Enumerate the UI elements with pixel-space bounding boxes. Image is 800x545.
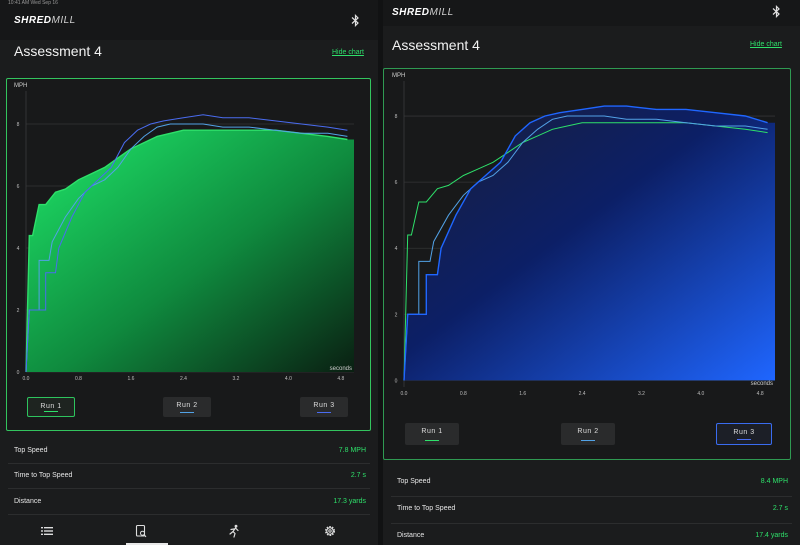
run-3-label: Run 3	[733, 429, 755, 436]
stat-value: 2.7 s	[772, 505, 788, 512]
left-panel: 10:41 AM Wed Sep 16 SHREDMILL Assessment…	[0, 0, 378, 545]
y-tick-label: 4	[395, 246, 398, 252]
run-2-label: Run 2	[577, 428, 599, 435]
run-2-swatch	[180, 412, 194, 413]
x-tick-label: 4.0	[697, 391, 704, 397]
speed-chart: MPH 0 2 4 6 8 0.0 0.8 1.6 2.4 3.2 4.0 4.8 seconds	[14, 83, 354, 382]
logo: SHREDMILL	[14, 15, 76, 26]
y-tick-label: 2	[17, 308, 20, 314]
stat-row-top-speed: Top Speed 7.8 MPH	[8, 439, 370, 464]
y-tick-label: 6	[17, 184, 20, 190]
y-tick-label: 8	[17, 122, 20, 128]
run-2-button[interactable]: Run 2	[163, 397, 211, 417]
stat-label: Time to Top Speed	[14, 472, 73, 479]
hide-chart-link[interactable]: Hide chart	[750, 41, 782, 48]
y-tick-label: 0	[395, 378, 398, 384]
run-1-label: Run 1	[421, 428, 443, 435]
logo-sub: MILL	[51, 15, 76, 26]
stat-label: Distance	[14, 498, 42, 505]
y-tick-label: 8	[395, 114, 398, 120]
x-tick-label: 4.8	[337, 376, 344, 382]
y-axis-label: MPH	[14, 83, 27, 89]
gear-icon[interactable]	[323, 524, 337, 538]
stat-label: Time to Top Speed	[397, 505, 456, 512]
x-axis-label: seconds	[330, 366, 352, 372]
x-tick-label: 2.4	[180, 376, 187, 382]
bluetooth-icon[interactable]	[351, 14, 360, 27]
logo-main: SHRED	[14, 15, 52, 26]
x-tick-label: 0.0	[23, 376, 30, 382]
run-3-button[interactable]: Run 3	[716, 423, 772, 445]
bluetooth-icon[interactable]	[772, 5, 781, 18]
bottom-nav	[0, 517, 378, 545]
stat-row-time-to-top-speed: Time to Top Speed 2.7 s	[391, 497, 792, 524]
run-2-button[interactable]: Run 2	[561, 423, 615, 445]
stat-value: 8.4 MPH	[760, 478, 788, 485]
stat-value: 2.7 s	[350, 472, 366, 479]
speed-chart: MPH 0 2 4 6 8 0.0 0.8 1.6 2.4 3.2 4.0 4.8 seconds	[392, 73, 775, 397]
y-axis-label: MPH	[392, 73, 405, 79]
run-1-label: Run 1	[40, 403, 62, 410]
page-title: Assessment 4	[392, 37, 480, 53]
stat-row-top-speed: Top Speed 8.4 MPH	[391, 470, 792, 497]
y-tick-label: 0	[17, 370, 20, 376]
stat-label: Distance	[397, 532, 425, 539]
right-panel: SHREDMILL Assessment 4 Hide chart MPH 0 2 4…	[383, 0, 800, 545]
run-3-button[interactable]: Run 3	[300, 397, 348, 417]
stat-row-distance: Distance 17.4 yards	[391, 524, 792, 545]
chart-container: MPH 0 2 4 6 8 0.0 0.8 1.6 2.4 3.2 4.0 4.8 seconds Run…	[6, 78, 371, 431]
stat-label: Top Speed	[14, 447, 48, 454]
run-3-swatch	[317, 412, 331, 413]
x-tick-label: 3.2	[232, 376, 239, 382]
x-tick-label: 0.0	[401, 391, 408, 397]
run-3-label: Run 3	[313, 402, 335, 409]
x-tick-label: 4.8	[757, 391, 764, 397]
x-tick-label: 3.2	[638, 391, 645, 397]
y-tick-label: 2	[395, 312, 398, 318]
stat-row-distance: Distance 17.3 yards	[8, 490, 370, 515]
run-2-swatch	[581, 440, 595, 441]
x-tick-label: 1.6	[519, 391, 526, 397]
stat-value: 7.8 MPH	[338, 447, 366, 454]
x-tick-label: 2.4	[579, 391, 586, 397]
stat-label: Top Speed	[397, 478, 431, 485]
stat-value: 17.4 yards	[755, 532, 788, 539]
logo: SHREDMILL	[392, 7, 454, 18]
hide-chart-link[interactable]: Hide chart	[332, 49, 364, 56]
stat-row-time-to-top-speed: Time to Top Speed 2.7 s	[8, 464, 370, 489]
x-axis-label: seconds	[751, 381, 773, 387]
chart-container: MPH 0 2 4 6 8 0.0 0.8 1.6 2.4 3.2 4.0 4.8 seconds Run…	[383, 68, 791, 460]
status-bar: 10:41 AM Wed Sep 16	[8, 0, 58, 6]
run-2-label: Run 2	[176, 402, 198, 409]
stat-value: 17.3 yards	[333, 498, 366, 505]
logo-sub: MILL	[429, 7, 454, 18]
runner-icon[interactable]	[227, 524, 241, 538]
logo-main: SHRED	[392, 7, 430, 18]
page-title: Assessment 4	[14, 43, 102, 59]
run-1-button[interactable]: Run 1	[27, 397, 75, 417]
highlighted-area	[404, 106, 775, 381]
report-icon[interactable]	[134, 524, 148, 538]
x-tick-label: 4.0	[285, 376, 292, 382]
x-tick-label: 1.6	[127, 376, 134, 382]
run-1-swatch	[425, 440, 439, 441]
x-tick-label: 0.8	[75, 376, 82, 382]
run-1-swatch	[44, 411, 58, 412]
list-icon[interactable]	[40, 524, 54, 538]
x-tick-label: 0.8	[460, 391, 467, 397]
run-1-button[interactable]: Run 1	[405, 423, 459, 445]
y-tick-label: 6	[395, 180, 398, 186]
y-tick-label: 4	[17, 246, 20, 252]
highlighted-area	[26, 130, 354, 372]
run-3-swatch	[737, 439, 751, 440]
